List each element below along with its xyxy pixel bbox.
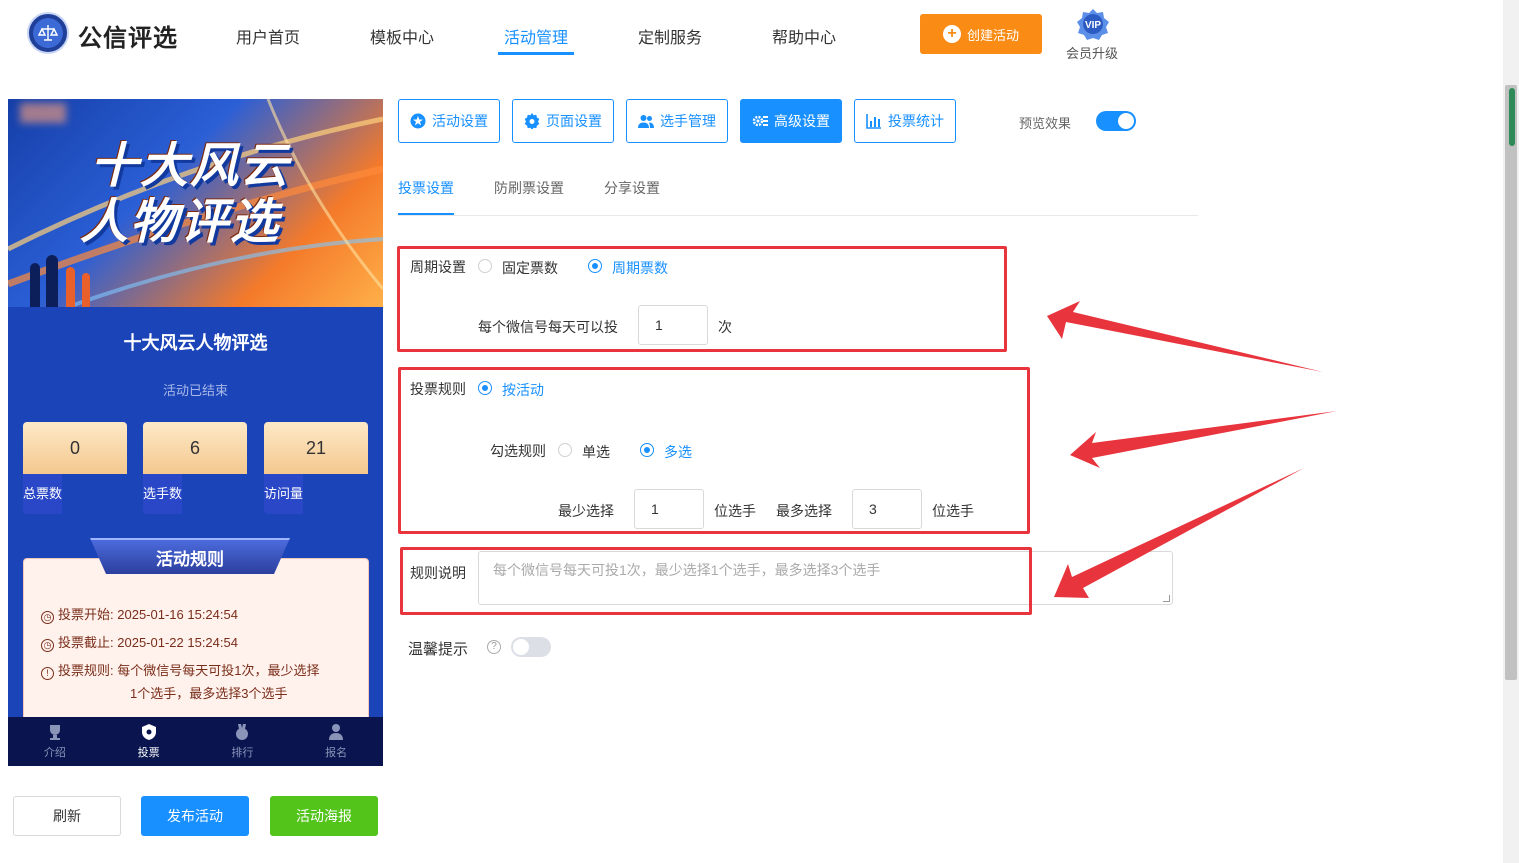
- warm-tip-label: 温馨提示: [408, 641, 469, 658]
- rule-vote-rules-cont: 1个选手，最多选择3个选手: [130, 686, 288, 701]
- subtab-active-indicator: [398, 213, 454, 215]
- info-icon: !: [41, 667, 54, 680]
- brand-name: 公信评选: [78, 25, 178, 52]
- nav-templates[interactable]: 模板中心: [370, 24, 434, 48]
- runner-silhouette: [82, 273, 90, 307]
- rules-title: 活动规则: [156, 550, 224, 569]
- preview-effect-toggle[interactable]: [1096, 111, 1136, 131]
- create-activity-button[interactable]: + 创建活动: [920, 14, 1042, 54]
- clock-icon: ◷: [41, 611, 54, 624]
- nav-home[interactable]: 用户首页: [236, 24, 300, 48]
- stat-total-votes: 0 总票数: [23, 422, 127, 514]
- runner-silhouette: [66, 267, 75, 307]
- warm-tip-toggle[interactable]: [511, 637, 551, 657]
- users-icon: [638, 115, 654, 128]
- logo-icon: [27, 12, 69, 54]
- tab-ranking[interactable]: 排行: [196, 717, 290, 766]
- runner-silhouette: [46, 255, 58, 307]
- annotation-arrow: [1070, 411, 1337, 468]
- subtab-divider: [398, 215, 1198, 216]
- mobile-preview: 十大风云 人物评选 十大风云人物评选 活动已结束 0 总票数 6 选手数 21 访问量…: [8, 99, 383, 766]
- nav-activity-management[interactable]: 活动管理: [504, 24, 568, 48]
- banner-title: 十大风云 人物评选: [80, 140, 291, 249]
- activity-status: 活动已结束: [162, 383, 228, 398]
- scrollbar-marker: [1509, 88, 1515, 146]
- activity-settings-button[interactable]: 活动设置: [398, 99, 500, 143]
- preview-tabbar: 介绍 投票 排行 报名: [8, 717, 383, 766]
- annotation-box-description: [400, 547, 1032, 615]
- stat-contestants: 6 选手数: [143, 422, 247, 514]
- annotation-box-vote-rules: [398, 367, 1030, 534]
- plus-icon: +: [942, 25, 961, 43]
- nav-custom-service[interactable]: 定制服务: [638, 24, 702, 48]
- create-activity-label: 创建活动: [966, 27, 1019, 43]
- annotation-box-period: [397, 246, 1007, 352]
- nav-help-center[interactable]: 帮助中心: [772, 24, 836, 48]
- page-settings-button[interactable]: 页面设置: [512, 99, 614, 143]
- star-icon: [410, 113, 426, 129]
- user-icon: [329, 724, 344, 740]
- activity-poster-button[interactable]: 活动海报: [270, 796, 378, 836]
- rule-vote-rules: ! 投票规则: 每个微信号每天可投1次，最少选择: [41, 660, 319, 680]
- vote-statistics-button[interactable]: 投票统计: [854, 99, 956, 143]
- medal-icon: [236, 724, 249, 740]
- publish-activity-button[interactable]: 发布活动: [141, 796, 249, 836]
- activity-banner: 十大风云 人物评选: [8, 99, 383, 307]
- tab-vote[interactable]: 投票: [102, 717, 196, 766]
- scrollbar-thumb[interactable]: [1505, 85, 1517, 680]
- gear-icon: [524, 113, 540, 129]
- blurred-logo: [20, 103, 66, 123]
- refresh-button[interactable]: 刷新: [13, 796, 121, 836]
- help-icon[interactable]: ?: [487, 640, 501, 654]
- shield-icon: [141, 724, 156, 740]
- runner-silhouette: [30, 263, 40, 307]
- preview-effect-label: 预览效果: [1019, 116, 1072, 131]
- rule-vote-start: ◷ 投票开始: 2025-01-16 15:24:54: [41, 604, 238, 624]
- tab-vote-settings[interactable]: 投票设置: [398, 178, 454, 198]
- advanced-settings-button[interactable]: 高级设置: [740, 99, 842, 143]
- tab-share-settings[interactable]: 分享设置: [604, 178, 660, 198]
- bar-chart-icon: [866, 114, 881, 129]
- rule-vote-end: ◷ 投票截止: 2025-01-22 15:24:54: [41, 632, 238, 652]
- contestant-management-button[interactable]: 选手管理: [626, 99, 728, 143]
- svg-text:VIP: VIP: [1085, 20, 1101, 31]
- trophy-icon: [49, 725, 60, 740]
- clock-icon: ◷: [41, 639, 54, 652]
- settings-icon: [752, 115, 768, 127]
- tab-signup[interactable]: 报名: [289, 717, 383, 766]
- activity-title: 十大风云人物评选: [123, 333, 268, 353]
- vip-icon[interactable]: VIP: [1076, 8, 1110, 42]
- nav-active-indicator: [498, 52, 574, 55]
- vip-upgrade-label[interactable]: 会员升级: [1066, 43, 1118, 62]
- tab-intro[interactable]: 介绍: [8, 717, 102, 766]
- stat-visits: 21 访问量: [264, 422, 368, 514]
- tab-anti-fraud-settings[interactable]: 防刷票设置: [494, 178, 564, 198]
- annotation-arrow: [1047, 301, 1323, 372]
